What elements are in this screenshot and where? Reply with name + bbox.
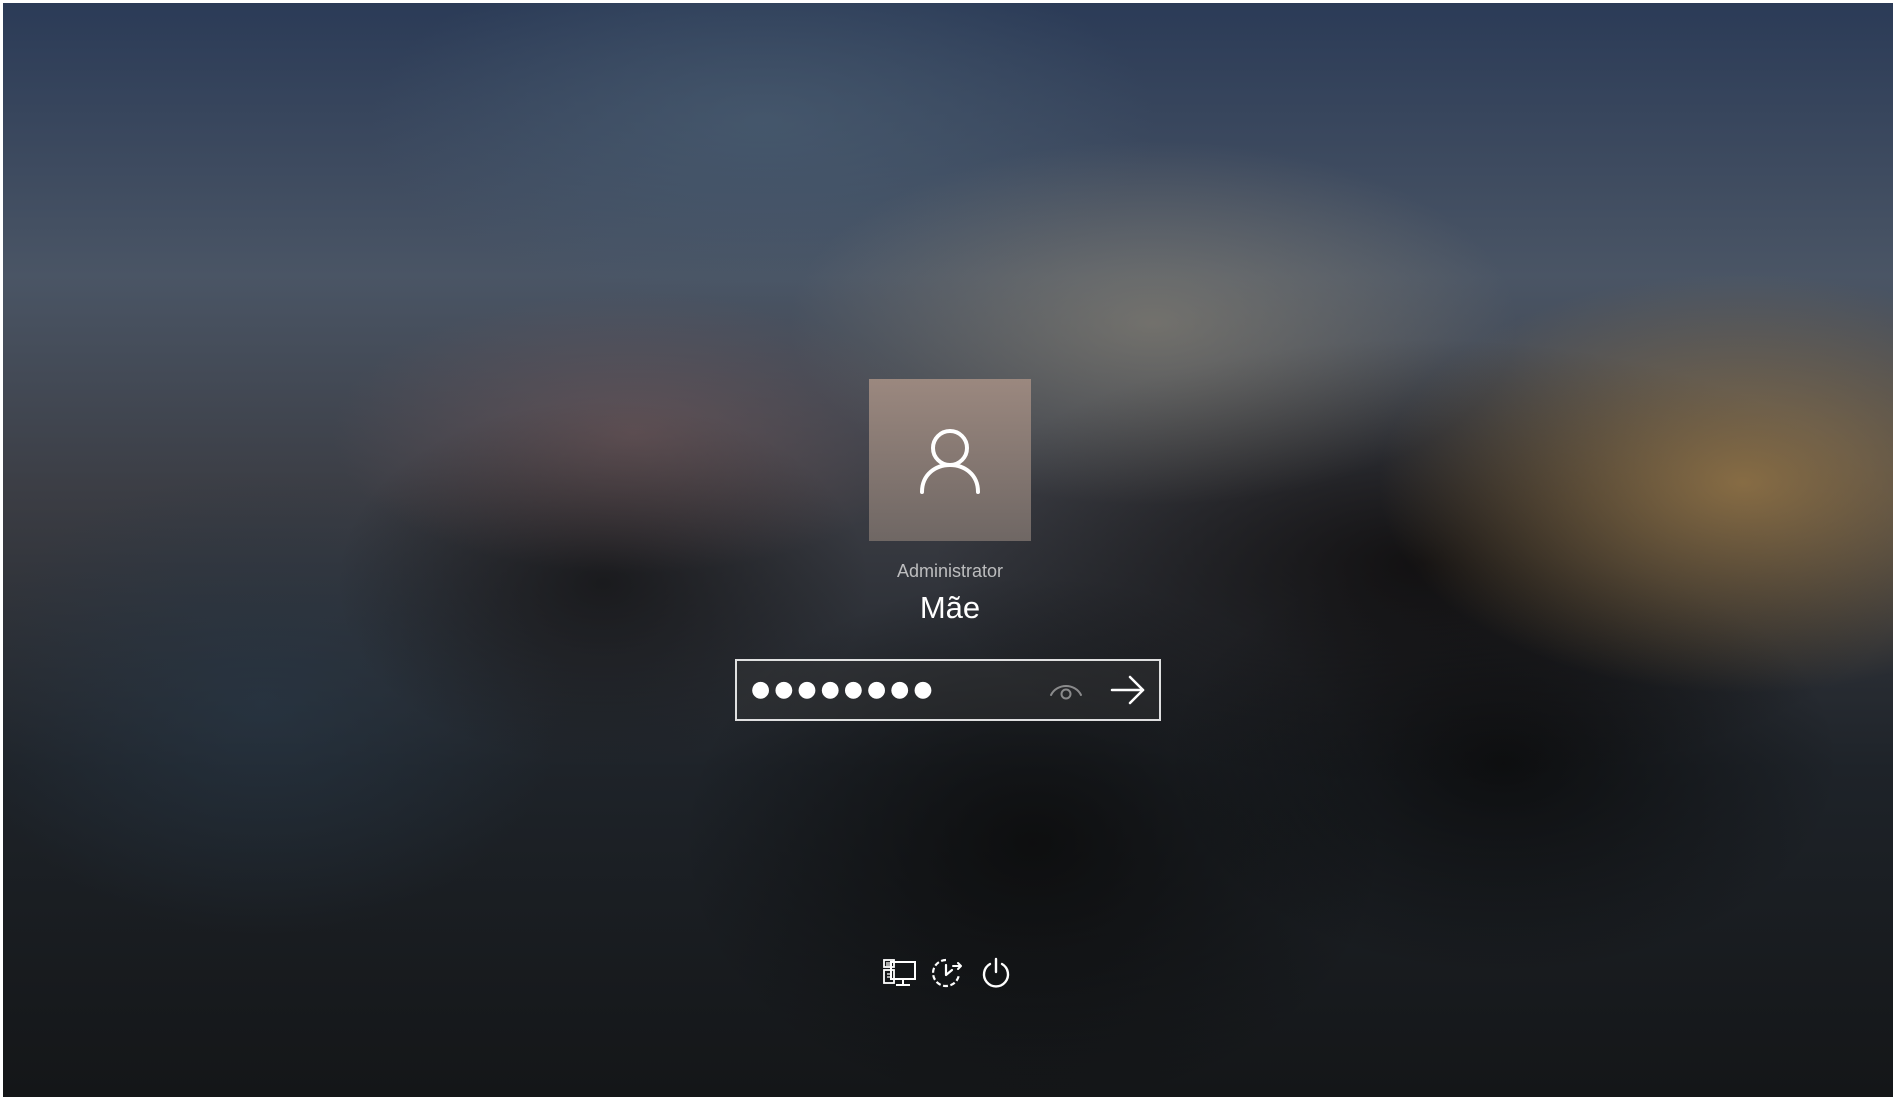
- lock-screen: Administrator Mãe ●●●●●●●●: [3, 3, 1893, 1097]
- sign-in-panel: Administrator Mãe ●●●●●●●●: [3, 3, 1893, 1097]
- arrow-right-icon: [1110, 675, 1145, 705]
- network-icon: [883, 959, 916, 986]
- user-icon: [920, 429, 980, 494]
- eye-icon[interactable]: [1048, 676, 1084, 704]
- password-input[interactable]: ●●●●●●●●: [751, 661, 1041, 719]
- network-button[interactable]: [880, 953, 920, 993]
- password-field[interactable]: ●●●●●●●●: [735, 659, 1161, 721]
- power-button[interactable]: [976, 953, 1016, 993]
- accessibility-button[interactable]: [927, 953, 967, 993]
- bottom-controls: [880, 953, 1020, 993]
- user-role: Administrator: [896, 561, 1004, 581]
- user-avatar: [869, 379, 1031, 541]
- accessibility-icon: [931, 958, 962, 988]
- user-name: Mãe: [919, 590, 981, 625]
- submit-button[interactable]: [1105, 668, 1151, 712]
- power-icon: [982, 957, 1010, 988]
